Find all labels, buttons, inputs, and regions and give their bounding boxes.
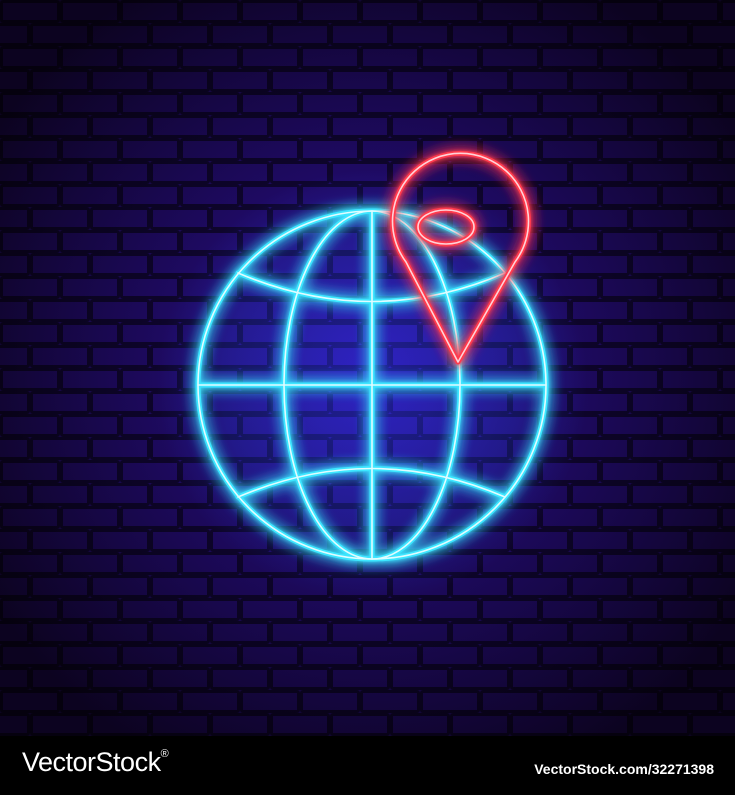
registered-mark: ® [160, 748, 169, 760]
neon-artwork [0, 0, 735, 736]
neon-scene [0, 0, 735, 736]
watermark-bar: VectorStock® VectorStock.com/32271398 [0, 736, 735, 795]
image-id-text: VectorStock.com/32271398 [534, 761, 714, 777]
image-canvas: VectorStock® VectorStock.com/32271398 [0, 0, 735, 795]
vectorstock-logo: VectorStock® [22, 747, 169, 777]
logo-wordmark: VectorStock [22, 747, 161, 777]
